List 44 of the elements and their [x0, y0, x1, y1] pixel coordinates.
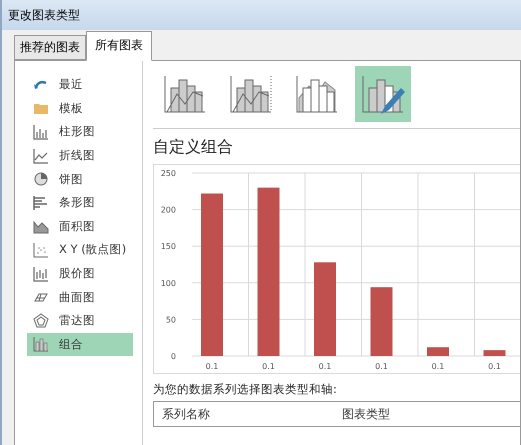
combo-chart-icon	[33, 336, 49, 352]
chart-type-item[interactable]: 条形图	[27, 190, 133, 215]
bar	[370, 287, 392, 356]
tab[interactable]: 推荐的图表	[14, 35, 86, 60]
axis-tick-label: 0.1	[262, 362, 275, 371]
chart-preview-title: 自定义组合	[153, 136, 234, 158]
tab[interactable]: 所有图表	[86, 31, 152, 61]
bar	[484, 350, 506, 356]
area-chart-icon	[33, 218, 49, 234]
chart-type-item[interactable]: 饼图	[27, 167, 133, 191]
window-title: 更改图表类型	[8, 6, 80, 24]
axis-tick-label: 0	[170, 352, 176, 361]
axis-tick-label: 0.1	[488, 362, 501, 371]
radar-chart-icon	[33, 312, 49, 329]
axis-tick-label: 0.1	[318, 362, 332, 371]
bar	[427, 347, 449, 356]
pie-chart-icon	[33, 171, 49, 188]
chart-type-item[interactable]: 股价图	[27, 262, 133, 286]
chart-subtype-button[interactable]	[355, 66, 411, 122]
axis-tick-label: 150	[160, 242, 176, 252]
column-chart-icon	[33, 124, 49, 140]
chart-type-item[interactable]: 曲面图	[27, 285, 133, 309]
axis-tick-label: 0.1	[375, 362, 388, 371]
chart-type-item[interactable]: 最近	[27, 73, 133, 97]
chart-type-item[interactable]: 柱形图	[27, 120, 133, 144]
series-prompt-label: 为您的数据系列选择图表类型和轴:	[153, 382, 337, 397]
bar-chart-icon	[33, 194, 49, 211]
line-chart-icon	[33, 148, 49, 164]
chart-type-item[interactable]: 面积图	[27, 214, 133, 238]
chart-type-item[interactable]: 组合	[27, 332, 133, 356]
stock-chart-icon	[33, 266, 49, 282]
scatter-chart-icon	[33, 242, 49, 258]
chart-type-item[interactable]: 模板	[27, 96, 133, 120]
chart-type-item[interactable]: X Y (散点图)	[27, 238, 133, 262]
axis-tick-label: 0.1	[206, 362, 218, 371]
chart-type-item[interactable]: 雷达图	[27, 308, 133, 333]
axis-tick-label: 50	[166, 315, 176, 324]
axis-tick-label: 100	[160, 278, 176, 288]
axis-tick-label: 250	[160, 169, 176, 178]
column-header: 系列名称	[161, 406, 211, 422]
column-header: 图表类型	[341, 406, 391, 422]
axis-tick-label: 0.1	[432, 362, 444, 371]
chart-type-item[interactable]: 折线图	[27, 144, 133, 168]
axis-tick-label: 200	[160, 206, 176, 215]
